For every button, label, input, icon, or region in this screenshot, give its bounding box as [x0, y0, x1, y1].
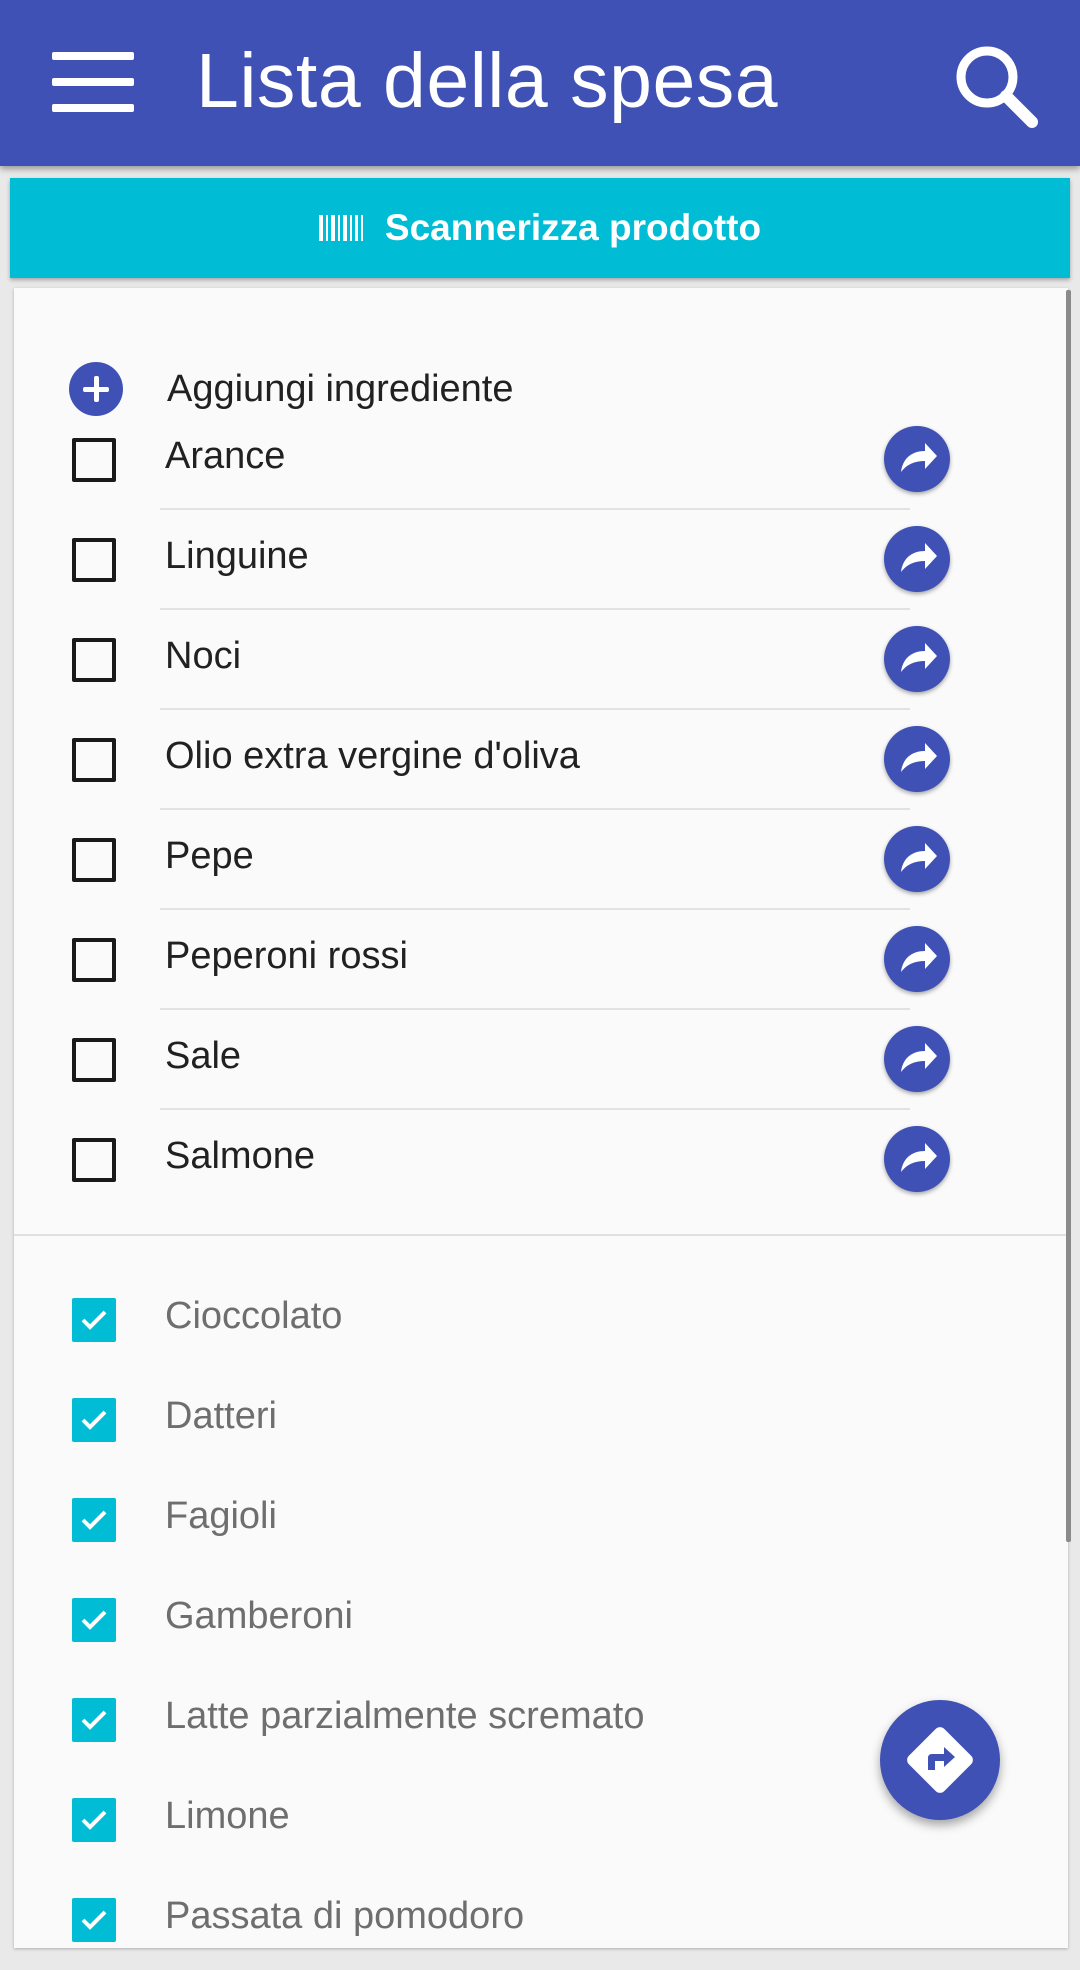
list-item: Salmone [14, 1110, 1068, 1210]
checkbox[interactable] [72, 1038, 116, 1082]
checkbox-checked[interactable] [72, 1398, 116, 1442]
scan-product-button[interactable]: Scannerizza prodotto [10, 178, 1070, 278]
directions-fab-button[interactable] [880, 1700, 1000, 1820]
list-item: Sale [14, 1010, 1068, 1110]
add-ingredient-label: Aggiungi ingrediente [167, 368, 514, 410]
shopping-list: Aggiungi ingrediente Arance Linguine Noc… [14, 288, 1068, 1948]
item-label: Sale [165, 1035, 242, 1077]
app-title: Lista della spesa [196, 38, 779, 124]
item-label: Olio extra vergine d'oliva [165, 735, 580, 777]
item-label: Datteri [165, 1395, 277, 1437]
list-item: Noci [14, 610, 1068, 710]
app-bar: Lista della spesa [0, 0, 1080, 166]
scrollbar[interactable] [1066, 290, 1071, 1542]
item-label: Noci [165, 635, 242, 677]
forward-arrow-icon[interactable] [884, 726, 950, 792]
checkbox-checked[interactable] [72, 1698, 116, 1742]
checkbox-checked[interactable] [72, 1298, 116, 1342]
item-label: Cioccolato [165, 1295, 343, 1337]
item-label: Linguine [165, 535, 309, 577]
list-item: Olio extra vergine d'oliva [14, 710, 1068, 810]
directions-icon [907, 1727, 973, 1793]
forward-arrow-icon[interactable] [884, 426, 950, 492]
list-item: Peperoni rossi [14, 910, 1068, 1010]
scan-product-label: Scannerizza prodotto [384, 207, 762, 248]
forward-arrow-icon[interactable] [884, 826, 950, 892]
checkbox-checked[interactable] [72, 1798, 116, 1842]
item-label: Arance [165, 435, 286, 477]
checkbox-checked[interactable] [72, 1898, 116, 1942]
forward-arrow-icon[interactable] [884, 626, 950, 692]
hamburger-menu-icon[interactable] [52, 52, 134, 112]
checkbox-checked[interactable] [72, 1598, 116, 1642]
list-item: Fagioli [14, 1470, 1068, 1570]
checkbox[interactable] [72, 1138, 116, 1182]
item-label: Fagioli [165, 1495, 277, 1537]
checkbox[interactable] [72, 538, 116, 582]
item-label: Peperoni rossi [165, 935, 408, 977]
checkbox[interactable] [72, 738, 116, 782]
item-label: Latte parzialmente scremato [165, 1695, 645, 1737]
checkbox[interactable] [72, 438, 116, 482]
forward-arrow-icon[interactable] [884, 1126, 950, 1192]
forward-arrow-icon[interactable] [884, 926, 950, 992]
list-item: Cioccolato [14, 1270, 1068, 1370]
item-label: Passata di pomodoro [165, 1895, 525, 1937]
item-label: Gamberoni [165, 1595, 353, 1637]
forward-arrow-icon[interactable] [884, 1026, 950, 1092]
list-item: Pepe [14, 810, 1068, 910]
add-circle-icon [69, 362, 123, 416]
item-label: Pepe [165, 835, 254, 877]
list-item: Gamberoni [14, 1570, 1068, 1670]
search-icon[interactable] [950, 40, 1040, 130]
item-label: Salmone [165, 1135, 315, 1177]
list-item: Linguine [14, 510, 1068, 610]
forward-arrow-icon[interactable] [884, 526, 950, 592]
list-item: Arance [14, 410, 1068, 510]
list-item: Datteri [14, 1370, 1068, 1470]
checkbox-checked[interactable] [72, 1498, 116, 1542]
item-label: Limone [165, 1795, 290, 1837]
checkbox[interactable] [72, 638, 116, 682]
barcode-icon [318, 215, 363, 241]
checkbox[interactable] [72, 938, 116, 982]
section-divider [14, 1234, 1068, 1236]
list-item: Passata di pomodoro [14, 1870, 1068, 1970]
checkbox[interactable] [72, 838, 116, 882]
